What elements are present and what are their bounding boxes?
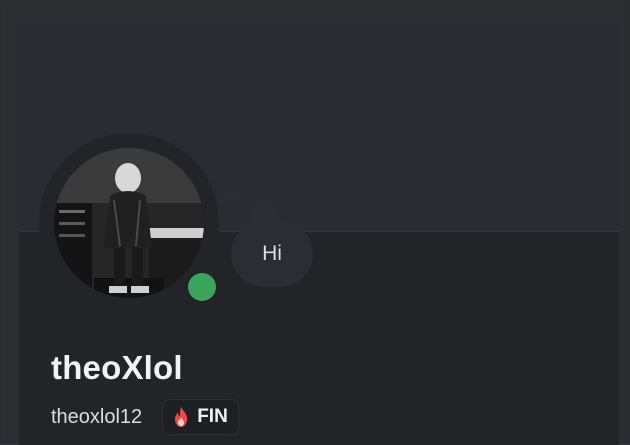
username-row: theoxlol12 FIN — [51, 399, 239, 435]
avatar[interactable] — [54, 148, 204, 298]
display-name: theoXlol — [51, 349, 183, 386]
custom-status-text: Hi — [262, 242, 282, 265]
custom-status-bubble[interactable]: Hi — [231, 221, 313, 287]
flame-icon — [175, 407, 188, 427]
clan-tag-label: FIN — [197, 406, 228, 427]
profile-card: Hi theoXlol theoxlol12 FIN — [19, 21, 619, 445]
clan-tag-badge[interactable]: FIN — [162, 399, 239, 435]
username[interactable]: theoxlol12 — [51, 406, 142, 429]
online-status-icon — [188, 273, 216, 301]
avatar-photo — [54, 148, 204, 298]
thought-bubble-dot-small — [225, 189, 239, 203]
status-indicator — [180, 265, 224, 309]
avatar-container[interactable] — [39, 133, 224, 313]
app-frame: Hi theoXlol theoxlol12 FIN — [0, 0, 630, 445]
